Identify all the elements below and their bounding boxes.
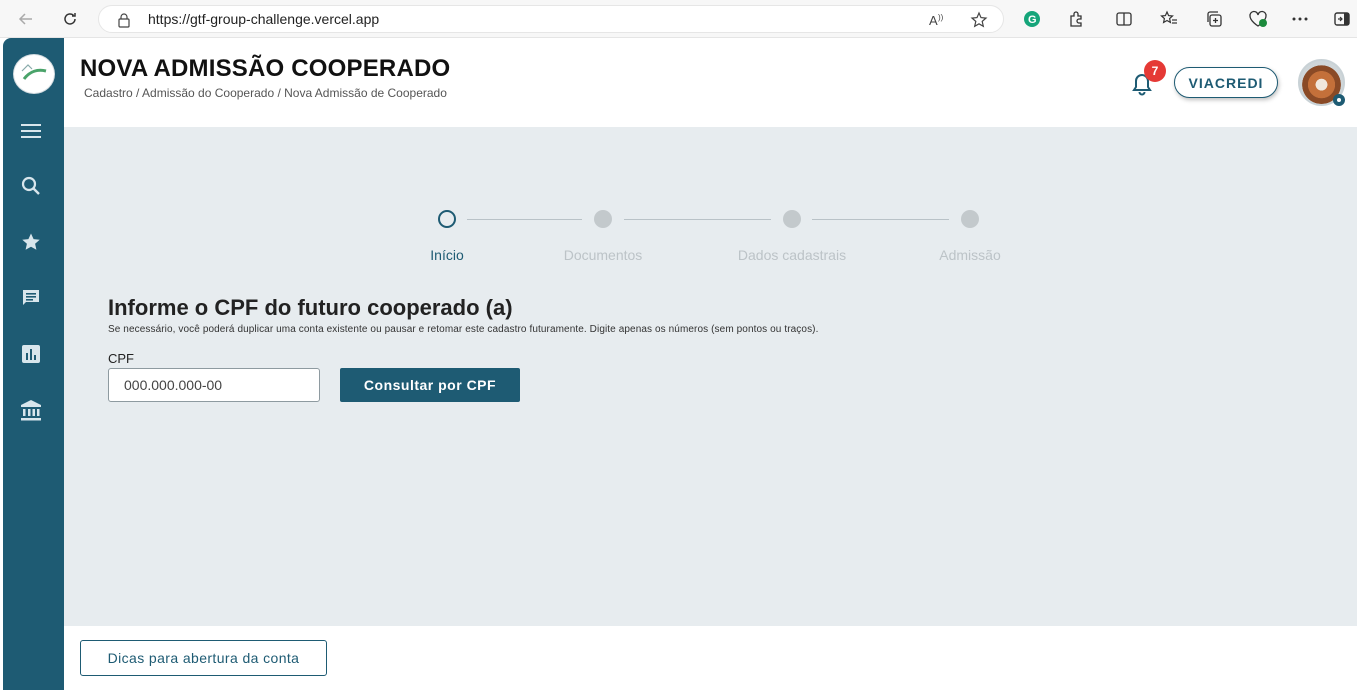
split-screen-icon[interactable] bbox=[1114, 9, 1134, 29]
cpf-input[interactable] bbox=[108, 368, 320, 402]
collections-icon[interactable] bbox=[1204, 9, 1224, 29]
menu-icon[interactable] bbox=[20, 120, 42, 142]
main-content: Início Documentos Dados cadastrais Admis… bbox=[64, 127, 1357, 626]
account-tips-button[interactable]: Dicas para abertura da conta bbox=[80, 640, 327, 676]
company-button[interactable]: VIACREDI bbox=[1174, 67, 1278, 98]
more-options-icon[interactable] bbox=[1290, 9, 1310, 29]
back-icon[interactable] bbox=[14, 7, 38, 31]
step-dot-documentos[interactable] bbox=[594, 210, 612, 228]
step-dot-dados-cadastrais[interactable] bbox=[783, 210, 801, 228]
sidebar-toggle-icon[interactable] bbox=[1332, 9, 1352, 29]
form-subtitle: Se necessário, você poderá duplicar uma … bbox=[108, 324, 819, 335]
address-bar[interactable]: https://gtf-group-challenge.vercel.app A… bbox=[98, 5, 1004, 33]
read-aloud-icon[interactable]: A)) bbox=[927, 10, 947, 30]
svg-text:)): )) bbox=[938, 13, 944, 22]
stepper-connector bbox=[467, 219, 582, 220]
settings-gear-icon[interactable] bbox=[1332, 93, 1346, 107]
app-logo[interactable] bbox=[13, 54, 55, 94]
refresh-icon[interactable] bbox=[58, 7, 82, 31]
search-icon[interactable] bbox=[20, 175, 42, 197]
page-title: NOVA ADMISSÃO COOPERADO bbox=[80, 55, 451, 82]
chat-icon[interactable] bbox=[20, 287, 42, 309]
step-label-dados-cadastrais: Dados cadastrais bbox=[737, 247, 847, 263]
form-title: Informe o CPF do futuro cooperado (a) bbox=[108, 295, 513, 320]
step-label-inicio: Início bbox=[430, 247, 464, 263]
favorites-icon[interactable] bbox=[1159, 9, 1179, 29]
step-dot-inicio[interactable] bbox=[438, 210, 456, 228]
breadcrumb: Cadastro / Admissão do Cooperado / Nova … bbox=[84, 86, 447, 100]
svg-text:A: A bbox=[929, 13, 938, 28]
stepper-connector bbox=[624, 219, 771, 220]
app-sidebar bbox=[3, 38, 64, 690]
step-dot-admissao[interactable] bbox=[961, 210, 979, 228]
bank-icon[interactable] bbox=[20, 399, 42, 421]
cpf-label: CPF bbox=[108, 351, 134, 366]
browser-toolbar: https://gtf-group-challenge.vercel.app A… bbox=[0, 0, 1357, 38]
extensions-icon[interactable] bbox=[1066, 9, 1086, 29]
stepper-connector bbox=[812, 219, 949, 220]
page-footer: Dicas para abertura da conta bbox=[64, 626, 1357, 690]
browser-essentials-icon[interactable] bbox=[1248, 9, 1268, 29]
step-label-admissao: Admissão bbox=[939, 247, 1001, 263]
step-label-documentos: Documentos bbox=[563, 247, 643, 263]
notification-badge: 7 bbox=[1144, 60, 1166, 82]
favorite-star-icon[interactable] bbox=[969, 10, 989, 30]
grammarly-icon[interactable]: G bbox=[1022, 9, 1042, 29]
consult-cpf-button[interactable]: Consultar por CPF bbox=[340, 368, 520, 402]
star-icon[interactable] bbox=[20, 231, 42, 253]
url-text: https://gtf-group-challenge.vercel.app bbox=[148, 11, 380, 27]
page-header: NOVA ADMISSÃO COOPERADO Cadastro / Admis… bbox=[64, 38, 1357, 127]
svg-text:G: G bbox=[1028, 14, 1037, 26]
chart-icon[interactable] bbox=[20, 343, 42, 365]
lock-icon bbox=[117, 12, 131, 33]
